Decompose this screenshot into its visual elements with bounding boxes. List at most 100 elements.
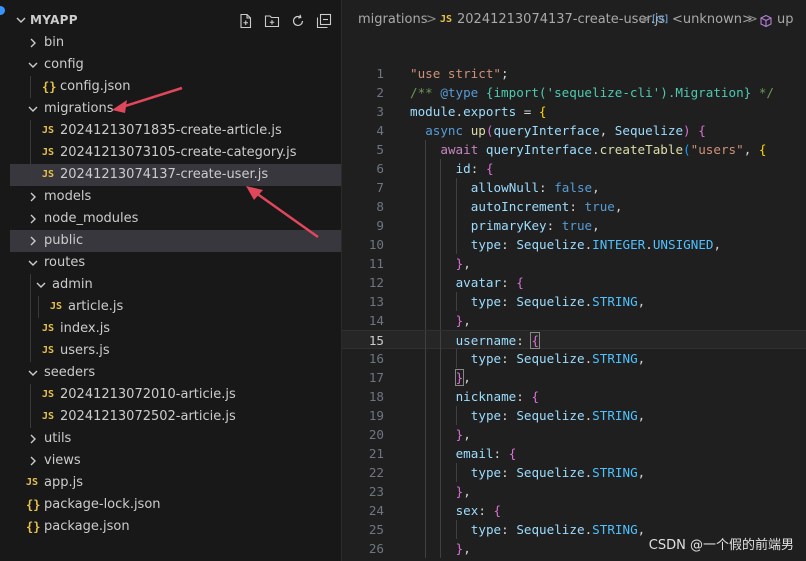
indent-guide xyxy=(425,425,427,444)
tree-file[interactable]: JS 20241213073105-create-category.js xyxy=(10,142,341,164)
tree-file[interactable]: JS 20241213074137-create-user.js xyxy=(10,164,341,186)
code-text: async up(queryInterface, Sequelize) { xyxy=(425,121,706,140)
code-line[interactable]: 6 id: { xyxy=(342,159,806,178)
code-line[interactable]: 3 module.exports = { xyxy=(342,102,806,121)
code-token: : xyxy=(478,503,494,518)
code-line[interactable]: 2 /** @type {import('sequelize-cli').Migr… xyxy=(342,83,806,102)
code-editor[interactable]: migrations > JS 20241213074137-create-us… xyxy=(342,0,806,561)
tree-folder[interactable]: node_modules xyxy=(10,208,341,230)
code-token: , xyxy=(592,180,600,195)
tree-file[interactable]: JS article.js xyxy=(10,296,341,318)
js-file-icon: JS xyxy=(42,389,55,400)
code-line[interactable]: 22 type: Sequelize.STRING, xyxy=(342,463,806,482)
method-cube-icon xyxy=(760,14,772,28)
tree-folder[interactable]: views xyxy=(10,450,341,472)
code-line[interactable]: 9 primaryKey: true, xyxy=(342,216,806,235)
tree-file[interactable]: JS 20241213071835-create-article.js xyxy=(10,120,341,142)
chevron-right-icon[interactable] xyxy=(26,36,40,50)
explorer-sidebar: MYAPP bin config{} config.json migrations JS… xyxy=(0,0,342,561)
tree-folder[interactable]: routes xyxy=(10,252,341,274)
code-token: , xyxy=(463,256,471,271)
code-text: username: { xyxy=(456,331,540,350)
code-line[interactable]: 1 "use strict"; xyxy=(342,64,806,83)
tree-folder[interactable]: public xyxy=(10,230,341,252)
line-number: 10 xyxy=(368,237,384,252)
tree-folder[interactable]: bin xyxy=(10,32,341,54)
chevron-right-icon[interactable] xyxy=(26,212,40,226)
chevron-down-icon[interactable] xyxy=(26,102,40,116)
chevron-down-icon[interactable] xyxy=(14,13,28,27)
chevron-down-icon[interactable] xyxy=(34,278,48,292)
tree-folder[interactable]: seeders xyxy=(10,362,341,384)
tree-item-label: 20241213074137-create-user.js xyxy=(60,167,269,182)
code-line[interactable]: 7 allowNull: false, xyxy=(342,178,806,197)
explorer-root-label[interactable]: MYAPP xyxy=(30,13,78,27)
tree-file[interactable]: JS 20241213072502-articie.js xyxy=(10,406,341,428)
breadcrumb-symbol[interactable]: <unknown> xyxy=(672,12,753,27)
code-line[interactable]: 14}, xyxy=(342,311,806,330)
breadcrumb-file[interactable]: 20241213074137-create-user.js xyxy=(457,12,665,27)
code-line[interactable]: 17}, xyxy=(342,368,806,387)
code-token: , xyxy=(637,408,646,423)
tree-file[interactable]: JS app.js xyxy=(10,472,341,494)
indent-guide xyxy=(30,76,31,98)
chevron-down-icon[interactable] xyxy=(26,256,40,270)
code-line[interactable]: 21 email: { xyxy=(342,444,806,463)
code-token: primaryKey xyxy=(470,218,547,233)
chevron-down-icon[interactable] xyxy=(26,366,40,380)
code-line[interactable]: 24 sex: { xyxy=(342,501,806,520)
indent-guide xyxy=(425,501,427,520)
code-line[interactable]: 18 nickname: { xyxy=(342,387,806,406)
code-line[interactable]: 5 await queryInterface.createTable("users… xyxy=(342,140,806,159)
tree-file[interactable]: {} package.json xyxy=(10,516,341,538)
new-file-icon[interactable] xyxy=(236,11,256,31)
tree-folder[interactable]: admin xyxy=(10,274,341,296)
line-number: 3 xyxy=(376,104,384,119)
chevron-right-icon[interactable] xyxy=(26,454,40,468)
chevron-down-icon[interactable] xyxy=(26,58,40,72)
breadcrumb-method[interactable]: up xyxy=(777,12,794,27)
explorer-header[interactable]: MYAPP xyxy=(10,10,342,32)
code-line[interactable]: 20}, xyxy=(342,425,806,444)
code-line[interactable]: 4 async up(queryInterface, Sequelize) { xyxy=(342,121,806,140)
code-area[interactable]: 1 "use strict"; 2 /** @type {import('sequel… xyxy=(342,64,806,558)
code-line[interactable]: 11}, xyxy=(342,254,806,273)
code-text: type: Sequelize.INTEGER.UNSIGNED, xyxy=(471,235,721,254)
chevron-right-icon[interactable] xyxy=(26,190,40,204)
code-line[interactable]: 19 type: Sequelize.STRING, xyxy=(342,406,806,425)
indent-guide xyxy=(455,216,457,235)
new-folder-icon[interactable] xyxy=(262,11,282,31)
json-file-icon: {} xyxy=(26,498,41,512)
tree-file[interactable]: JS users.js xyxy=(10,340,341,362)
code-line[interactable]: 16 type: Sequelize.STRING, xyxy=(342,349,806,368)
code-token: queryInterface xyxy=(485,142,593,157)
tree-file[interactable]: {} package-lock.json xyxy=(10,494,341,516)
chevron-right-icon[interactable] xyxy=(26,432,40,446)
code-line[interactable]: 8 autoIncrement: true, xyxy=(342,197,806,216)
code-token: {import('sequelize-cli').Migration} xyxy=(485,85,752,100)
code-line[interactable]: 10 type: Sequelize.INTEGER.UNSIGNED, xyxy=(342,235,806,254)
code-line[interactable]: 15 username: { xyxy=(342,330,806,350)
code-line[interactable]: 13 type: Sequelize.STRING, xyxy=(342,292,806,311)
code-text: allowNull: false, xyxy=(471,178,600,197)
breadcrumb-folder[interactable]: migrations xyxy=(358,12,428,27)
tree-folder[interactable]: models xyxy=(10,186,341,208)
tree-folder[interactable]: migrations xyxy=(10,98,341,120)
indent-guide xyxy=(440,178,442,197)
tree-file[interactable]: {} config.json xyxy=(10,76,341,98)
chevron-right-icon[interactable] xyxy=(26,234,40,248)
tree-file[interactable]: JS index.js xyxy=(10,318,341,340)
tree-folder[interactable]: config xyxy=(10,54,341,76)
indent-guide xyxy=(440,349,442,368)
refresh-icon[interactable] xyxy=(288,11,308,31)
indent-guide xyxy=(440,482,442,501)
indent-guide xyxy=(455,349,457,368)
line-number: 21 xyxy=(368,446,384,461)
code-line[interactable]: 12 avatar: { xyxy=(342,273,806,292)
tree-folder[interactable]: utils xyxy=(10,428,341,450)
tree-file[interactable]: JS 20241213072010-articie.js xyxy=(10,384,341,406)
indent-guide xyxy=(440,425,442,444)
indent-guide xyxy=(425,216,427,235)
code-line[interactable]: 23}, xyxy=(342,482,806,501)
collapse-all-icon[interactable] xyxy=(314,11,334,31)
